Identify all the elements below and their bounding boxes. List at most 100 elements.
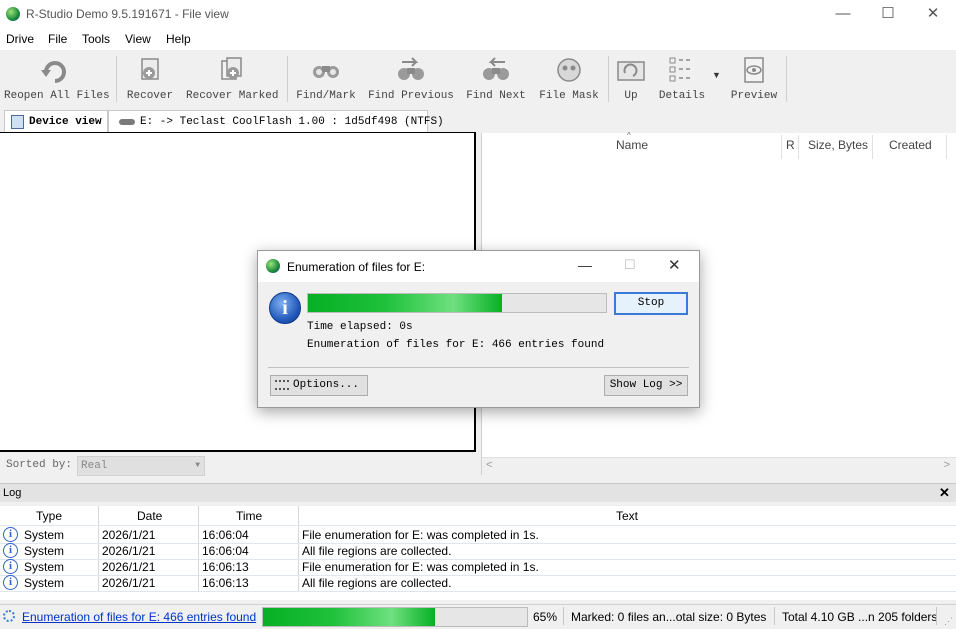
menu-file[interactable]: File [48,32,67,46]
log-text: All file regions are collected. [302,544,452,558]
stop-button[interactable]: Stop [614,292,688,315]
recover-icon [141,58,159,80]
log-title: Log [3,487,22,499]
scroll-left-icon[interactable]: < [486,459,492,471]
tab-device-view[interactable]: Device view [4,110,108,133]
file-mask-button[interactable]: File Mask [538,52,600,106]
log-column-time[interactable]: Time [236,508,262,524]
binoculars-icon [313,66,339,78]
toolbar-label: Recover [126,90,174,102]
column-header-name[interactable]: Name [616,138,648,152]
status-progress-fill [263,608,435,626]
device-view-icon [11,115,24,129]
toolbar-label: Find Next [466,90,526,102]
sorted-by-label: Sorted by: [6,459,73,471]
menu-view[interactable]: View [125,32,151,46]
log-type: System [24,560,65,574]
toolbar-label: File Mask [539,90,599,102]
log-row[interactable]: i System 2026/1/21 16:06:13 All file reg… [0,575,956,591]
recover-marked-button[interactable]: Recover Marked [186,52,278,106]
menu-drive[interactable]: Drive [6,32,34,46]
toolbar-separator [786,56,787,102]
toolbar-label: Preview [730,90,778,102]
close-window-button[interactable]: ✕ [910,0,956,28]
toolbar-label: Find Previous [368,90,454,102]
info-icon: i [3,575,18,590]
column-header-created[interactable]: Created [889,138,932,152]
preview-button[interactable]: Preview [728,52,780,106]
toolbar-label: Recover Marked [186,90,279,102]
drive-icon [119,119,135,125]
column-header-size[interactable]: Size, Bytes [808,138,868,152]
preview-eye-icon [744,57,764,83]
resize-grip-icon[interactable]: ⋰ [944,616,953,627]
log-row[interactable]: i System 2026/1/21 16:06:13 File enumera… [0,559,956,575]
find-previous-button[interactable]: Find Previous [368,52,454,106]
log-date: 2026/1/21 [102,576,156,590]
minimize-button[interactable]: — [820,0,866,28]
log-type: System [24,576,65,590]
recover-button[interactable]: Recover [124,52,176,106]
toolbar-separator [608,56,609,102]
options-icon [275,380,289,390]
log-type: System [24,544,65,558]
dialog-minimize-button[interactable]: — [578,257,592,273]
up-folder-icon [617,61,645,81]
up-button[interactable]: Up [612,52,650,106]
tab-label: E: -> Teclast CoolFlash 1.00 : 1d5df498 … [140,116,444,128]
log-column-text[interactable]: Text [616,508,638,524]
column-separator [798,135,799,159]
toolbar-label: Reopen All Files [4,90,110,102]
file-mask-icon [557,58,581,82]
options-button[interactable]: Options... [270,375,368,396]
sort-select[interactable]: Real ▼ [77,456,205,476]
log-column-date[interactable]: Date [137,508,162,524]
log-text: File enumeration for E: was completed in… [302,528,539,542]
column-separator [946,135,947,159]
enumeration-status: Enumeration of files for E: 466 entries … [307,339,605,351]
status-progress-percent: 65% [533,610,558,624]
menu-tools[interactable]: Tools [82,32,110,46]
close-log-icon[interactable]: ✕ [939,485,950,501]
dialog-app-icon [266,259,280,273]
column-header-r[interactable]: R [786,138,795,152]
status-separator [936,607,937,625]
details-button[interactable]: Details [656,52,708,106]
log-time: 16:06:13 [202,576,249,590]
dialog-divider [268,367,689,368]
status-separator [774,607,775,625]
app-logo-icon [6,7,20,21]
log-row[interactable]: i System 2026/1/21 16:06:04 All file reg… [0,543,956,559]
tab-file-view[interactable]: E: -> Teclast CoolFlash 1.00 : 1d5df498 … [108,110,444,133]
chevron-down-icon: ▼ [195,461,200,470]
info-icon: i [3,559,18,574]
window-title: R-Studio Demo 9.5.191671 - File view [26,7,229,21]
dialog-progress-fill [308,294,502,312]
log-text: All file regions are collected. [302,576,452,590]
tab-label: Device view [29,116,102,128]
menu-help[interactable]: Help [166,32,191,46]
log-time: 16:06:04 [202,528,249,542]
toolbar-separator [116,56,117,102]
status-task-link[interactable]: Enumeration of files for E: 466 entries … [22,610,256,624]
maximize-button[interactable]: ☐ [865,0,911,28]
log-row[interactable]: i System 2026/1/21 16:06:04 File enumera… [0,527,956,543]
log-header [0,483,956,502]
find-next-icon [483,57,509,80]
details-dropdown-icon[interactable]: ▼ [712,70,721,80]
row-divider [0,525,956,526]
find-mark-button[interactable]: Find/Mark [296,52,356,106]
show-log-button[interactable]: Show Log >> [604,375,688,396]
dialog-progress-bar [307,293,607,313]
status-progress-bar [262,607,528,627]
scroll-right-icon[interactable]: > [944,459,950,471]
horizontal-scrollbar[interactable]: < > [482,457,956,475]
time-elapsed: Time elapsed: 0s [307,321,413,333]
dialog-close-button[interactable]: ✕ [668,256,681,274]
log-date: 2026/1/21 [102,544,156,558]
reopen-all-files-button[interactable]: Reopen All Files [4,52,110,106]
toolbar-label: Details [658,90,706,102]
log-column-type[interactable]: Type [36,508,62,524]
find-next-button[interactable]: Find Next [466,52,526,106]
log-date: 2026/1/21 [102,528,156,542]
